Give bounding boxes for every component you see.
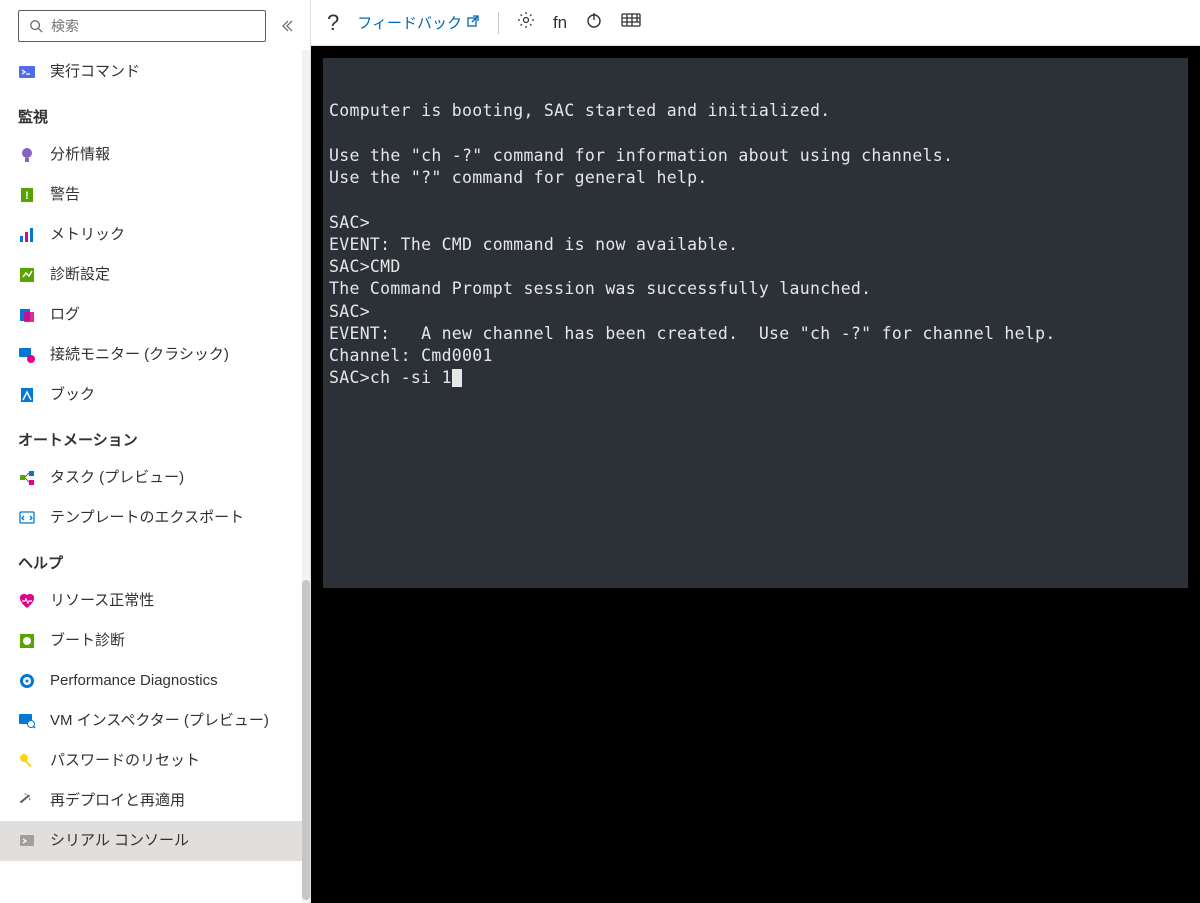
sidebar-item-alerts[interactable]: ! 警告: [0, 175, 310, 215]
sidebar-item-label: シリアル コンソール: [50, 831, 189, 851]
toolbar: ? フィードバック fn: [311, 0, 1200, 46]
search-icon: [27, 17, 45, 35]
sidebar-item-logs[interactable]: ログ: [0, 295, 310, 335]
settings-button[interactable]: [517, 11, 535, 34]
tasks-icon: [18, 469, 36, 487]
sidebar-item-label: ブート診断: [50, 631, 125, 651]
sidebar-item-label: ログ: [50, 305, 80, 325]
search-input[interactable]: [51, 18, 257, 34]
sidebar-item-label: メトリック: [50, 225, 125, 245]
sidebar-item-label: ブック: [50, 385, 95, 405]
diagnostics-icon: [18, 266, 36, 284]
metrics-icon: [18, 226, 36, 244]
power-button[interactable]: [585, 11, 603, 34]
sidebar-item-label: テンプレートのエクスポート: [50, 508, 244, 528]
sidebar: 実行コマンド 監視 分析情報 ! 警告 メトリック 診断設定 ログ 接: [0, 0, 311, 903]
search-box[interactable]: [18, 10, 266, 42]
sidebar-item-label: リソース正常性: [50, 591, 154, 611]
sidebar-scrollbar-track[interactable]: [302, 50, 310, 903]
terminal-container: Computer is booting, SAC started and ini…: [311, 46, 1200, 903]
health-icon: [18, 592, 36, 610]
connection-monitor-icon: [18, 346, 36, 364]
boot-diagnostics-icon: [18, 632, 36, 650]
help-button[interactable]: ?: [327, 10, 339, 36]
sidebar-item-label: 接続モニター (クラシック): [50, 345, 229, 365]
alert-icon: !: [18, 186, 36, 204]
sidebar-item-redeploy[interactable]: 再デプロイと再適用: [0, 781, 310, 821]
sidebar-item-connection-monitor[interactable]: 接続モニター (クラシック): [0, 335, 310, 375]
template-export-icon: [18, 509, 36, 527]
gear-icon: [517, 11, 535, 34]
sidebar-item-serial-console[interactable]: シリアル コンソール: [0, 821, 310, 861]
search-row: [0, 0, 310, 52]
sidebar-item-label: VM インスペクター (プレビュー): [50, 711, 269, 731]
sidebar-item-metrics[interactable]: メトリック: [0, 215, 310, 255]
insights-icon: [18, 146, 36, 164]
sidebar-item-workbooks[interactable]: ブック: [0, 375, 310, 415]
sidebar-item-label: 分析情報: [50, 145, 110, 165]
sidebar-item-password-reset[interactable]: パスワードのリセット: [0, 741, 310, 781]
external-link-icon: [466, 14, 480, 32]
sidebar-item-export-template[interactable]: テンプレートのエクスポート: [0, 498, 310, 538]
fn-button[interactable]: fn: [553, 13, 567, 33]
sidebar-item-label: パスワードのリセット: [50, 751, 200, 771]
logs-icon: [18, 306, 36, 324]
sidebar-item-tasks[interactable]: タスク (プレビュー): [0, 458, 310, 498]
workbook-icon: [18, 386, 36, 404]
sidebar-item-label: 警告: [50, 185, 80, 205]
feedback-link[interactable]: フィードバック: [357, 12, 480, 33]
sidebar-item-resource-health[interactable]: リソース正常性: [0, 581, 310, 621]
performance-icon: [18, 672, 36, 690]
feedback-label: フィードバック: [357, 12, 462, 33]
sidebar-item-label: Performance Diagnostics: [50, 671, 218, 691]
toolbar-divider: [498, 12, 499, 34]
main-area: ? フィードバック fn Computer is booting, SAC st…: [311, 0, 1200, 903]
collapse-sidebar-button[interactable]: [274, 14, 298, 38]
vm-inspector-icon: [18, 712, 36, 730]
sidebar-item-diagnostics-settings[interactable]: 診断設定: [0, 255, 310, 295]
sidebar-scrollbar-thumb[interactable]: [302, 580, 310, 900]
section-header-monitoring: 監視: [0, 92, 310, 135]
sidebar-item-vm-inspector[interactable]: VM インスペクター (プレビュー): [0, 701, 310, 741]
terminal-cursor: [452, 369, 462, 387]
section-header-automation: オートメーション: [0, 415, 310, 458]
redeploy-icon: [18, 792, 36, 810]
sidebar-item-boot-diagnostics[interactable]: ブート診断: [0, 621, 310, 661]
sidebar-item-label: 実行コマンド: [50, 62, 140, 82]
svg-text:!: !: [25, 190, 29, 202]
sidebar-item-run-command[interactable]: 実行コマンド: [0, 52, 310, 92]
terminal-output: Computer is booting, SAC started and ini…: [329, 101, 1056, 387]
section-header-help: ヘルプ: [0, 538, 310, 581]
sidebar-item-label: 再デプロイと再適用: [50, 791, 185, 811]
run-command-icon: [18, 63, 36, 81]
sidebar-item-label: 診断設定: [50, 265, 110, 285]
keyboard-button[interactable]: [621, 13, 641, 32]
sidebar-item-performance-diagnostics[interactable]: Performance Diagnostics: [0, 661, 310, 701]
serial-console-terminal[interactable]: Computer is booting, SAC started and ini…: [323, 58, 1188, 588]
password-reset-icon: [18, 752, 36, 770]
sidebar-item-insights[interactable]: 分析情報: [0, 135, 310, 175]
serial-console-icon: [18, 832, 36, 850]
sidebar-item-label: タスク (プレビュー): [50, 468, 184, 488]
power-icon: [585, 11, 603, 34]
keyboard-icon: [621, 13, 641, 32]
